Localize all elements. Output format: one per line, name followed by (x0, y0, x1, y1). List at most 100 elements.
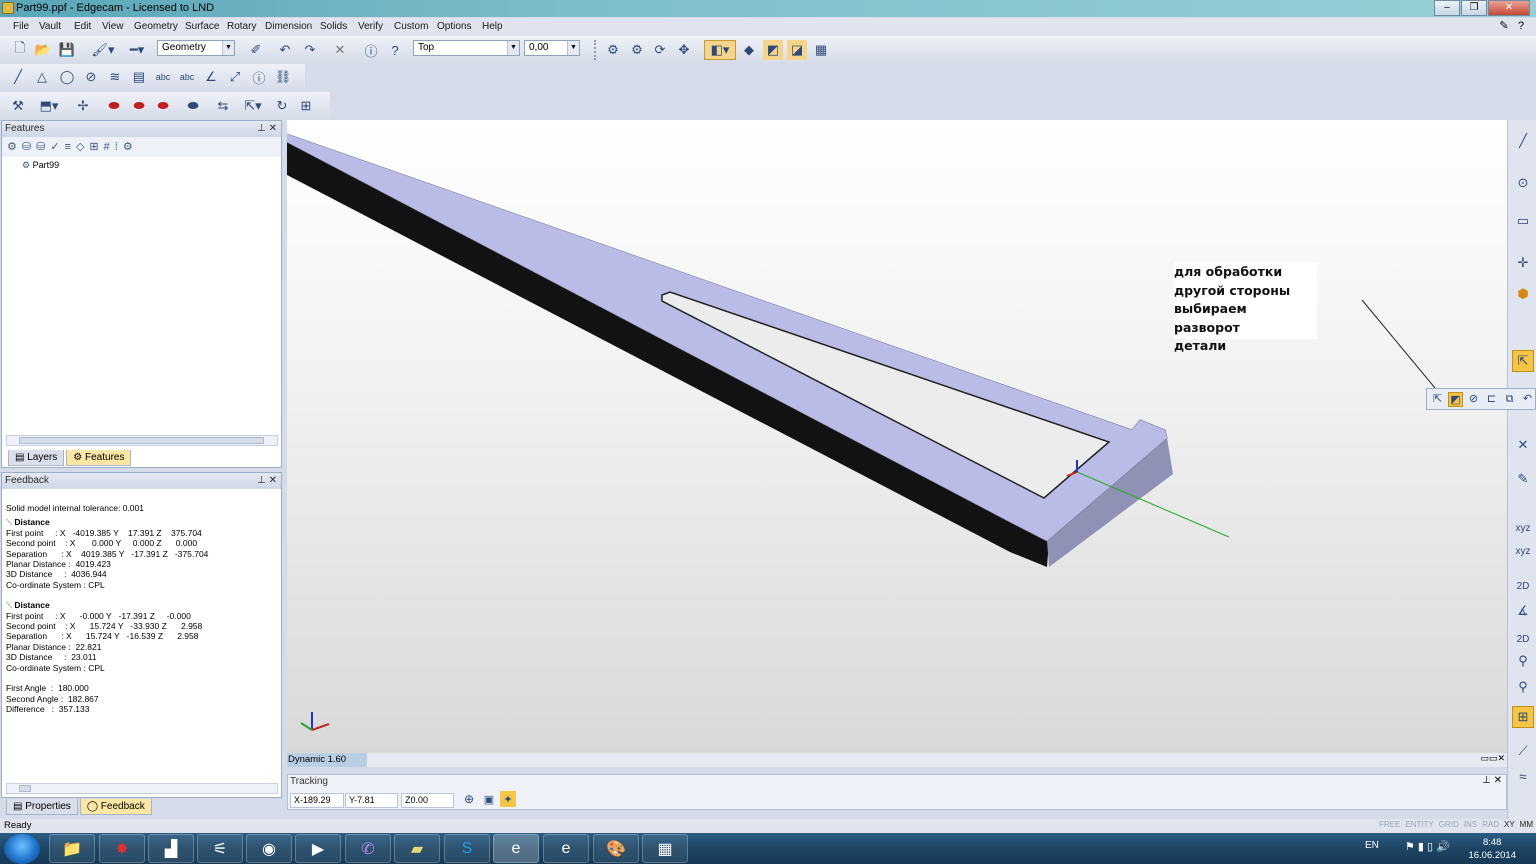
close-panel-icon[interactable]: ✕ (1494, 775, 1502, 786)
tray-icons[interactable]: ⚑ ▮ ▯ 🔊 (1405, 840, 1450, 853)
cpl-icon[interactable]: ▣ (481, 791, 497, 807)
grid-icon[interactable]: ▦ (811, 40, 831, 60)
tree-tool-icon[interactable]: ⊞ (89, 141, 103, 153)
tree-tool-icon[interactable]: ⛁ (22, 141, 36, 153)
menu-verify[interactable]: Verify (358, 21, 383, 32)
snap-tool-icon[interactable]: ⚲ (1512, 650, 1534, 672)
view-window-buttons[interactable]: ▭▭✕ (1480, 753, 1505, 764)
rotate-option-icon[interactable]: ↶ (1520, 392, 1535, 407)
feature-finder-icon[interactable]: ⚒ (8, 96, 28, 116)
menu-edit[interactable]: Edit (74, 21, 91, 32)
save-icon[interactable]: 💾 (57, 40, 77, 60)
clock[interactable]: 8:48 16.06.2014 (1468, 836, 1516, 862)
mode-mm[interactable]: MM (1520, 820, 1533, 829)
text-tool-icon[interactable]: abc (153, 67, 173, 87)
menu-rotary[interactable]: Rotary (227, 21, 256, 32)
rectangle-tool-icon[interactable]: ▭ (1512, 210, 1534, 232)
mode-ins[interactable]: INS (1464, 820, 1477, 829)
tree-tool-icon[interactable]: ⚙ (7, 141, 22, 153)
line-style-icon[interactable]: ━▾ (122, 40, 152, 60)
solid-feature-1-icon[interactable]: ⬬ (104, 96, 124, 116)
layout-icon[interactable]: ⊞ (296, 96, 316, 116)
pin-icon[interactable]: ⊥ (1482, 775, 1491, 786)
solid-import-icon[interactable]: ⬒▾ (33, 96, 65, 116)
transform-option-icon[interactable]: ⇱ (1430, 392, 1445, 407)
spline-tool-icon[interactable]: ≋ (105, 67, 125, 87)
redo-icon[interactable]: ↷ (300, 40, 320, 60)
open-folder-icon[interactable]: 📂 (33, 40, 53, 60)
graphics-viewport[interactable]: для обработки другой стороны выбираем ра… (287, 120, 1507, 753)
snap-icon[interactable]: ✦ (500, 791, 516, 807)
hatch-tool-icon[interactable]: ▤ (129, 67, 149, 87)
wave-tool-icon[interactable]: ≈ (1512, 765, 1534, 787)
menu-dimension[interactable]: Dimension (265, 21, 312, 32)
globe-icon[interactable]: ⊕ (461, 791, 477, 807)
x-coordinate-field[interactable]: X-189.29 (290, 793, 344, 808)
view-combo[interactable]: Top ▼ (413, 40, 520, 56)
tree-tool-icon[interactable]: ≡ (65, 141, 76, 153)
flip-part-icon[interactable]: ◩ (1448, 391, 1463, 407)
line-tool-icon[interactable]: ╱ (8, 67, 28, 87)
media-player-icon[interactable]: ▶ (295, 834, 341, 863)
horizontal-scrollbar[interactable] (6, 783, 278, 794)
maximize-button[interactable]: ❐ (1461, 0, 1487, 16)
menu-solids[interactable]: Solids (320, 21, 347, 32)
xyz-relative-icon[interactable]: xyz (1512, 540, 1534, 562)
scrollbar-thumb[interactable] (19, 785, 31, 792)
array-option-icon[interactable]: ⊏ (1484, 392, 1499, 407)
close-panel-icon[interactable]: ✕ (269, 123, 277, 134)
cpl-edit-icon[interactable]: ⚙ (627, 40, 647, 60)
tool-pin-icon[interactable]: ⚲ (1512, 676, 1534, 698)
angle-tool-icon[interactable]: ∡ (1512, 600, 1534, 622)
info-icon[interactable]: ⓘ (361, 40, 381, 60)
refresh-icon[interactable]: ↻ (272, 96, 292, 116)
z-coordinate-field[interactable]: Z0.00 (401, 793, 454, 808)
tree-tool-icon[interactable]: # (104, 141, 115, 153)
y-coordinate-field[interactable]: Y-7.81 (345, 793, 398, 808)
pen-tool-icon[interactable]: ✎ (1512, 468, 1534, 490)
minimize-button[interactable]: ‒ (1434, 0, 1460, 16)
point-info-icon[interactable]: ⓘ (249, 67, 269, 87)
transform-tool-icon[interactable]: ⛓ (273, 67, 293, 87)
circle-tool-icon[interactable]: ⊙ (1512, 172, 1534, 194)
new-file-icon[interactable]: 🗋 (10, 40, 30, 60)
menu-help[interactable]: Help (482, 21, 503, 32)
close-panel-icon[interactable]: ✕ (269, 475, 277, 486)
horizontal-scrollbar[interactable] (6, 435, 278, 446)
toolbar-grip[interactable] (594, 40, 598, 60)
xyz-input-icon[interactable]: xyz (1512, 517, 1534, 539)
reorient-icon[interactable]: ⇆ (213, 96, 233, 116)
transform-tool-icon[interactable]: ⇱ (1512, 350, 1534, 372)
transform-solid-icon[interactable]: ⇱▾ (239, 96, 267, 116)
edgecam-2-icon[interactable]: e (543, 834, 589, 863)
tree-tool-icon[interactable]: ◇ (76, 141, 89, 153)
trim-tool-icon[interactable]: ⤢ (225, 67, 245, 87)
solid-feature-2-icon[interactable]: ⬬ (129, 96, 149, 116)
cpl-icon[interactable]: ⚙ (603, 40, 623, 60)
explorer-icon[interactable]: 📁 (49, 834, 95, 863)
mode-grid[interactable]: GRID (1439, 820, 1459, 829)
solid-feature-3-icon[interactable]: ⬬ (153, 96, 173, 116)
hidden-line-icon[interactable]: ◩ (763, 40, 783, 60)
cross-tool-icon[interactable]: ✕ (1512, 434, 1534, 456)
start-button[interactable] (4, 834, 40, 864)
triangle-tool-icon[interactable]: △ (32, 67, 52, 87)
wireframe-icon[interactable]: ◪ (787, 40, 807, 60)
layer-combo[interactable]: Geometry ▼ (157, 40, 235, 56)
mode-free[interactable]: FREE (1379, 820, 1400, 829)
2d-snap-icon[interactable]: 2D (1512, 628, 1534, 650)
solidworks-icon[interactable]: ⚟ (197, 834, 243, 863)
close-button[interactable]: ✕ (1488, 0, 1530, 16)
skype-icon[interactable]: S (444, 834, 490, 863)
chevron-down-icon[interactable]: ▼ (567, 41, 579, 55)
mode-xy[interactable]: XY (1504, 820, 1515, 829)
pan-view-icon[interactable]: ✥ (674, 40, 694, 60)
pin-icon[interactable]: ⊥ (257, 475, 266, 486)
tree-tool-icon[interactable]: ⚙ (123, 141, 138, 153)
pin-icon[interactable]: ⊥ (257, 123, 266, 134)
tree-tool-icon[interactable]: ⁞ (115, 141, 123, 153)
tree-item-part99[interactable]: ⚙ Part99 (22, 160, 59, 171)
pro-app-icon[interactable]: ▟ (148, 834, 194, 863)
menu-view[interactable]: View (102, 21, 124, 32)
color-picker-icon[interactable]: 🖌▾ (89, 40, 117, 60)
